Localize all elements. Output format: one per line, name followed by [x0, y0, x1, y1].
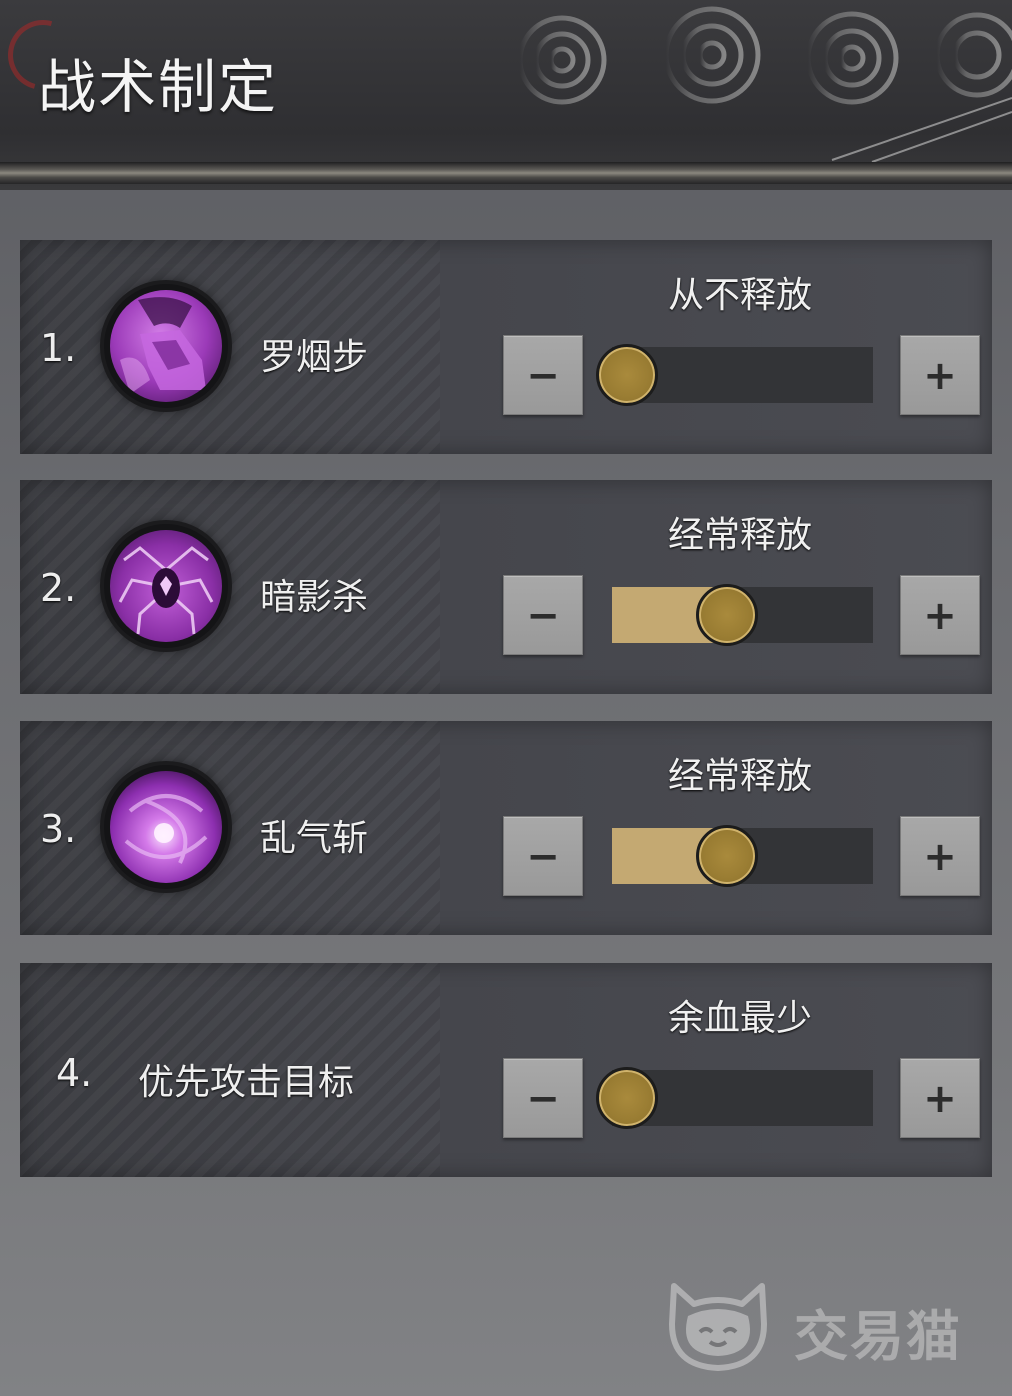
skill-name: 罗烟步 [260, 337, 369, 378]
slider-handle[interactable] [596, 344, 658, 406]
slider-handle[interactable] [695, 584, 758, 646]
skill-name: 暗影杀 [260, 577, 369, 618]
decrease-button[interactable]: − [503, 575, 583, 655]
tactic-row-4: 4. 优先攻击目标 余血最少 − + [20, 963, 992, 1177]
increase-button[interactable]: + [900, 1058, 980, 1138]
cloud-ornament-icon [517, 6, 1012, 163]
watermark: 交易猫 [660, 1274, 1000, 1374]
decrease-button[interactable]: − [503, 335, 583, 415]
priority-target-label: 优先攻击目标 [138, 1062, 355, 1103]
tactic-row-3: 3. 乱气斩 经常释放 − + [20, 721, 992, 935]
release-frequency-slider[interactable] [612, 825, 873, 887]
header-divider [0, 162, 1012, 184]
purple-boot-skill-icon [104, 284, 228, 408]
release-frequency-slider[interactable] [596, 344, 873, 406]
slider-handle[interactable] [695, 825, 758, 887]
release-frequency-slider[interactable] [612, 584, 873, 646]
row-number: 4. [56, 1051, 93, 1095]
purple-spider-skill-icon [104, 524, 228, 648]
release-mode-label: 经常释放 [667, 756, 812, 797]
release-mode-label: 从不释放 [667, 275, 812, 316]
purple-vortex-skill-icon [104, 765, 228, 889]
header-bar: 战术制定 [0, 0, 1012, 190]
decrease-button[interactable]: − [503, 1058, 583, 1138]
tactic-row-2: 2. 暗影杀 经常释放 − + [20, 480, 992, 694]
target-mode-label: 余血最少 [667, 998, 812, 1039]
row-number: 3. [40, 807, 77, 851]
increase-button[interactable]: + [900, 816, 980, 896]
row-number: 1. [40, 326, 77, 370]
row-number: 2. [40, 566, 77, 610]
cat-logo-icon [669, 1283, 767, 1371]
slider-handle[interactable] [596, 1067, 658, 1129]
increase-button[interactable]: + [900, 575, 980, 655]
tactic-row-1: 1. 罗烟步 从不释放 − + [20, 240, 992, 454]
increase-button[interactable]: + [900, 335, 980, 415]
skill-name: 乱气斩 [260, 818, 369, 859]
watermark-text: 交易猫 [794, 1305, 962, 1368]
page-title: 战术制定 [38, 53, 279, 121]
decrease-button[interactable]: − [503, 816, 583, 896]
target-priority-slider[interactable] [596, 1067, 873, 1129]
release-mode-label: 经常释放 [667, 515, 812, 556]
